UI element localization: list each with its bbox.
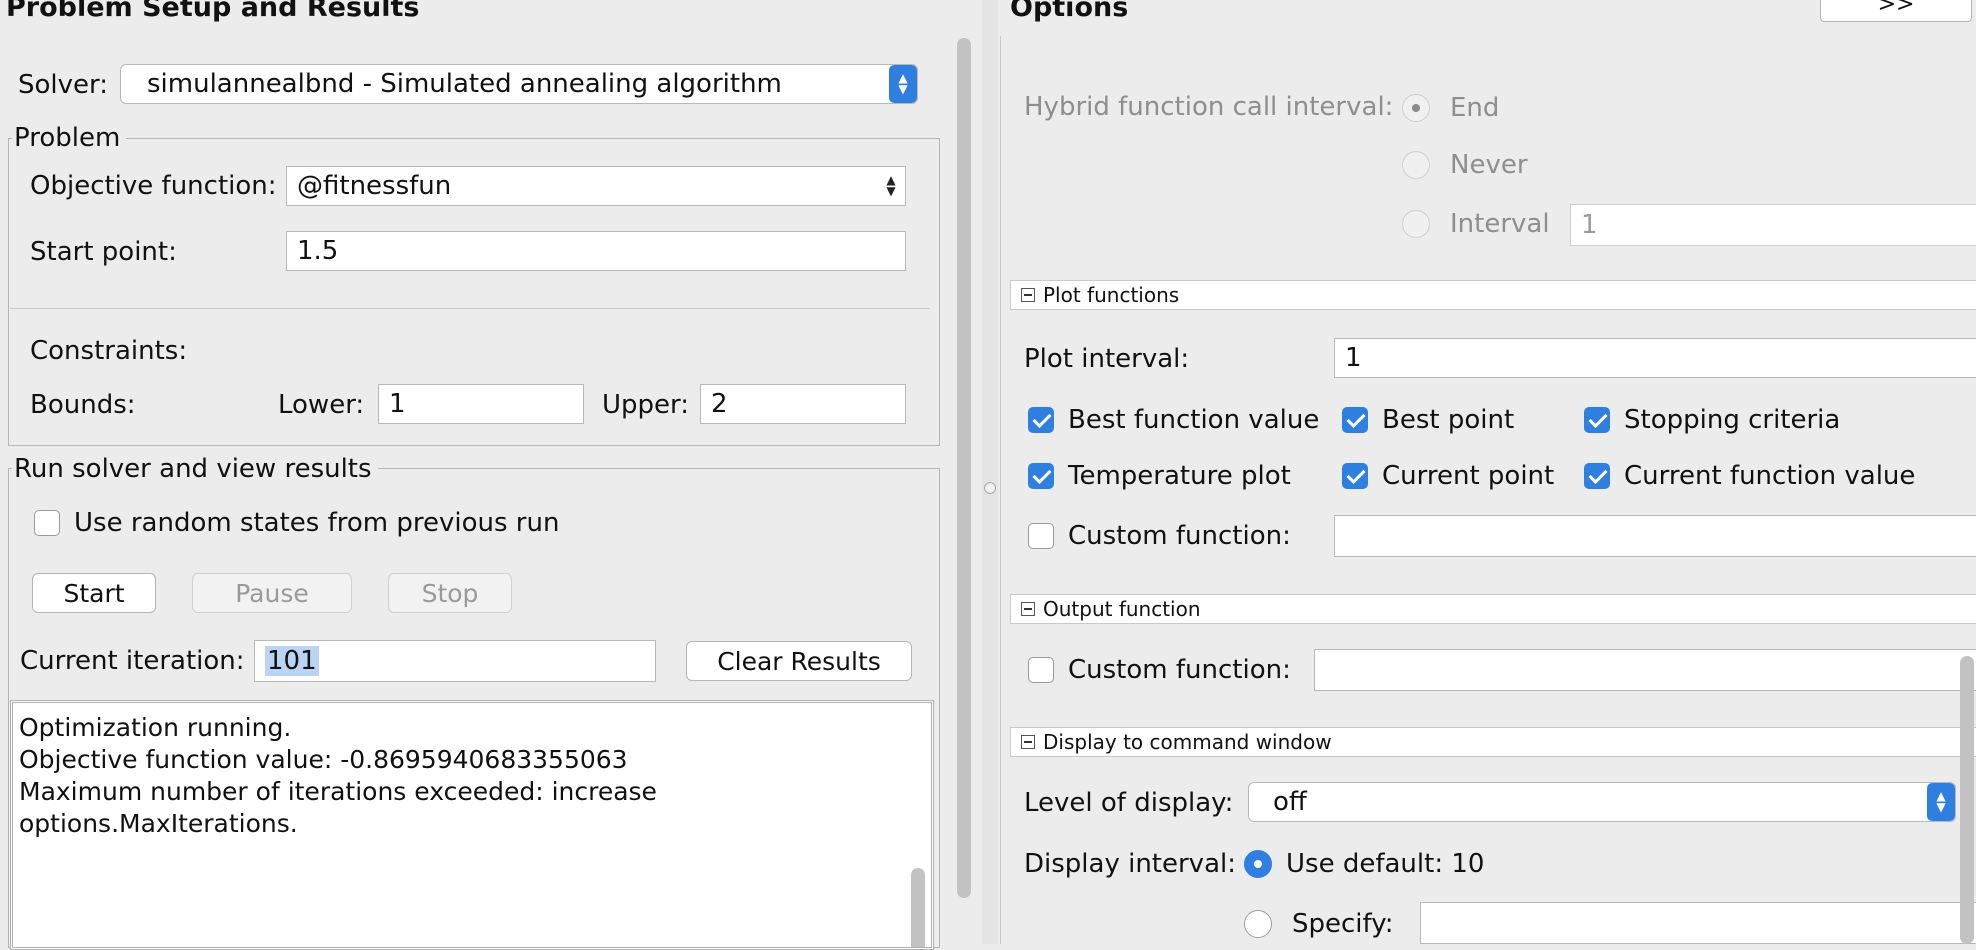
best-point-checkbox[interactable] [1342, 407, 1368, 433]
use-default-label: Use default: 10 [1286, 849, 1485, 879]
plot-custom-function-checkbox[interactable] [1028, 523, 1054, 549]
collapse-icon [1021, 288, 1035, 302]
output-line: Objective function value: -0.86959406833… [19, 745, 628, 774]
display-section[interactable]: Display to command window [1010, 727, 1976, 757]
stop-button[interactable]: Stop [388, 573, 512, 613]
current-iteration-field: 101 [254, 640, 656, 682]
upper-bound-label: Upper: [602, 390, 690, 420]
hybrid-interval-label: Hybrid function call interval: [1024, 92, 1394, 122]
run-solver-group-title: Run solver and view results [12, 454, 378, 484]
current-iteration-value: 101 [265, 646, 319, 676]
plot-functions-title: Plot functions [1043, 283, 1180, 307]
temperature-plot-checkbox[interactable] [1028, 463, 1054, 489]
solver-select-value: simulannealbnd - Simulated annealing alg… [147, 69, 782, 99]
plot-custom-function-label: Custom function: [1068, 521, 1291, 551]
display-section-title: Display to command window [1043, 730, 1332, 754]
level-of-display-label: Level of display: [1024, 788, 1234, 818]
left-pane-scrollbar[interactable] [957, 38, 971, 898]
objective-function-label: Objective function: [30, 171, 277, 201]
hybrid-interval-input[interactable]: 1 [1570, 204, 1976, 246]
start-point-label: Start point: [30, 237, 177, 267]
current-point-checkbox[interactable] [1342, 463, 1368, 489]
best-point-label: Best point [1382, 405, 1515, 435]
problem-group-title: Problem [12, 123, 127, 153]
level-of-display-value: off [1273, 787, 1307, 817]
hybrid-end-radio[interactable] [1402, 94, 1430, 122]
specify-label: Specify: [1292, 909, 1394, 939]
left-pane-header: Problem Setup and Results [6, 0, 420, 23]
temperature-plot-label: Temperature plot [1068, 461, 1291, 491]
display-interval-label: Display interval: [1024, 849, 1236, 879]
plot-interval-input[interactable]: 1 [1334, 338, 1976, 378]
specify-interval-input[interactable] [1420, 902, 1976, 944]
current-iteration-label: Current iteration: [20, 646, 245, 676]
random-states-checkbox[interactable] [34, 510, 60, 536]
collapse-icon [1021, 735, 1035, 749]
solver-select[interactable]: simulannealbnd - Simulated annealing alg… [120, 64, 918, 104]
pause-button[interactable]: Pause [192, 573, 352, 613]
options-scrollbar[interactable] [1960, 656, 1974, 944]
clear-results-button[interactable]: Clear Results [686, 641, 912, 681]
current-point-label: Current point [1382, 461, 1555, 491]
objective-function-input[interactable]: @fitnessfun ▲ ▼ [286, 166, 906, 206]
stopping-criteria-label: Stopping criteria [1624, 405, 1841, 435]
chevron-updown-icon: ▲ ▼ [889, 65, 917, 103]
chevron-updown-icon: ▲ ▼ [886, 173, 896, 198]
right-pane-header: Options [1010, 0, 1129, 23]
results-scrollbar[interactable] [911, 868, 925, 947]
plot-interval-label: Plot interval: [1024, 344, 1190, 374]
start-button[interactable]: Start [32, 573, 156, 613]
splitter-handle[interactable] [984, 482, 996, 494]
output-custom-function-checkbox[interactable] [1028, 657, 1054, 683]
start-point-input[interactable]: 1.5 [286, 231, 906, 271]
results-text: Optimization running. Objective function… [13, 703, 657, 840]
bounds-label: Bounds: [30, 390, 136, 420]
current-function-value-checkbox[interactable] [1584, 463, 1610, 489]
lower-bound-label: Lower: [278, 390, 365, 420]
hybrid-interval-option-label: Interval [1450, 209, 1550, 239]
level-of-display-select[interactable]: off ▲ ▼ [1248, 782, 1956, 822]
best-function-value-label: Best function value [1068, 405, 1320, 435]
constraints-label: Constraints: [30, 336, 188, 366]
chevron-updown-icon: ▲ ▼ [1927, 783, 1955, 821]
hybrid-end-label: End [1450, 93, 1500, 123]
output-line: Optimization running. [19, 713, 292, 742]
collapse-icon [1021, 602, 1035, 616]
expand-options-button[interactable]: >> [1820, 0, 1972, 22]
divider [10, 308, 930, 309]
specify-radio[interactable] [1244, 910, 1272, 938]
output-function-title: Output function [1043, 597, 1201, 621]
output-custom-function-input[interactable] [1314, 649, 1976, 691]
hybrid-interval-radio[interactable] [1402, 210, 1430, 238]
lower-bound-input[interactable]: 1 [378, 384, 584, 424]
pane-splitter[interactable] [982, 0, 998, 944]
objective-function-value: @fitnessfun [297, 171, 452, 201]
current-function-value-label: Current function value [1624, 461, 1916, 491]
use-default-radio[interactable] [1244, 850, 1272, 878]
stopping-criteria-checkbox[interactable] [1584, 407, 1610, 433]
best-function-value-checkbox[interactable] [1028, 407, 1054, 433]
results-output[interactable]: Optimization running. Objective function… [10, 700, 934, 950]
output-custom-function-label: Custom function: [1068, 655, 1291, 685]
solver-label: Solver: [18, 70, 109, 100]
hybrid-never-radio[interactable] [1402, 151, 1430, 179]
output-line: options.MaxIterations. [19, 809, 298, 838]
hybrid-never-label: Never [1450, 150, 1528, 180]
random-states-label: Use random states from previous run [74, 508, 560, 538]
output-function-section[interactable]: Output function [1010, 594, 1976, 624]
output-line: Maximum number of iterations exceeded: i… [19, 777, 657, 806]
upper-bound-input[interactable]: 2 [700, 384, 906, 424]
plot-functions-section[interactable]: Plot functions [1010, 280, 1976, 310]
plot-custom-function-input[interactable] [1334, 515, 1976, 557]
